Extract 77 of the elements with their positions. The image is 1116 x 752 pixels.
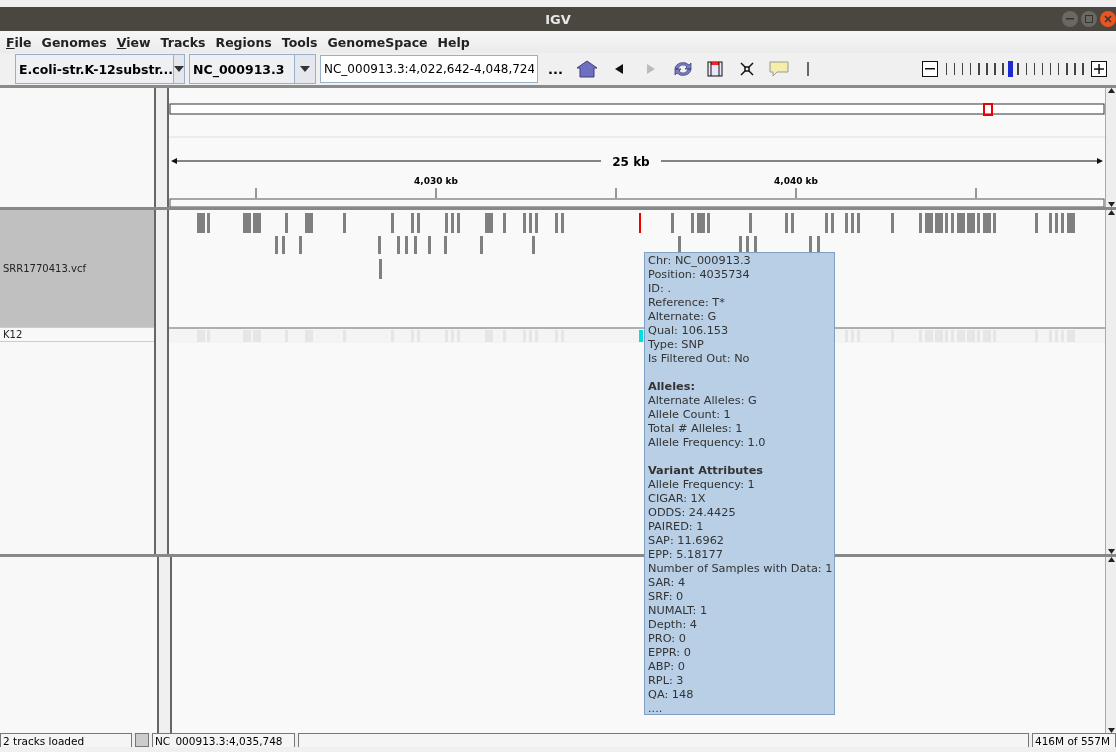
scroll-up-icon[interactable] [1107,210,1115,215]
menu-item[interactable]: GenomeSpace [327,34,428,50]
close-button[interactable] [1100,11,1116,27]
tooltip-line: RPL: 3 [648,674,685,688]
tooltip-heading: Alleles: [648,380,696,394]
region-icon [706,61,723,77]
tooltip-line: SAR: 4 [648,576,687,590]
menu-item[interactable]: Help [437,34,470,50]
tooltip-line: Total # Alleles: 1 [648,422,744,436]
tooltip-line: ID: . [648,282,673,296]
scrollbar[interactable] [1105,557,1116,733]
dropdown-arrow-icon [300,66,310,72]
menu-item[interactable]: Tracks [160,34,206,50]
plus-icon [1094,64,1104,74]
tooltip-line: CIGAR: 1X [648,492,707,506]
menu-item[interactable]: Tools [281,34,318,50]
status-message: 2 tracks loaded [0,733,132,747]
window-title: IGV [545,11,571,27]
track-name[interactable]: K12 [0,328,155,342]
tooltip-line: ODDS: 24.4425 [648,506,737,520]
zoom-out-button[interactable] [922,61,939,77]
tooltip-line: Allele Frequency: 1 [648,478,756,492]
scrollbar[interactable] [1105,210,1116,554]
tooltip-line: Allele Count: 1 [648,408,732,422]
maximize-icon [1085,15,1093,23]
minimize-icon [1066,18,1074,20]
tooltip-line: QA: 148 [648,688,695,702]
tooltip-line: PRO: 0 [648,632,687,646]
tooltip-line: Is Filtered Out: No [648,352,751,366]
tooltip-line: EPPR: 0 [648,646,692,660]
status-memory: 416M of 557M [1032,733,1116,747]
tooltip-line: Alternate Alleles: G [648,394,758,408]
ruler-drawing: 25 kb 4,030 kb 4,040 kb [169,88,1106,207]
dropdown-arrow-icon [174,66,185,72]
tooltip-line: Alternate: G [648,310,718,324]
menu-item[interactable]: Regions [215,34,272,50]
close-icon [1104,15,1112,23]
tooltip-line: PAIRED: 1 [648,520,705,534]
tooltip-line: EPP: 5.18177 [648,548,724,562]
tooltip-line: Position: 4035734 [648,268,751,282]
status-position: NC_000913.3:4,035,748 [152,733,295,747]
tooltip-line: .... [648,702,664,716]
speech-bubble-icon [768,61,789,77]
genome-dropdown[interactable]: E.coli-str.K-12substr... [15,54,185,84]
track-name[interactable]: SRR1770413.vcf [0,210,155,328]
scroll-up-icon[interactable] [1107,557,1115,562]
toolbar-separator-icon [806,62,809,76]
status-handle[interactable] [135,733,149,747]
scrollbar[interactable] [1105,88,1116,207]
tooltip-line: Chr: NC_000913.3 [648,254,752,268]
forward-icon [646,64,655,74]
tooltip-line: NUMALT: 1 [648,604,709,618]
chromosome-dropdown[interactable]: NC_000913.3 [189,54,316,84]
more-button[interactable]: ... [542,61,569,77]
tooltip-line: Depth: 4 [648,618,698,632]
tooltip-line: ABP: 0 [648,660,686,674]
tooltip-line: Qual: 106.153 [648,324,730,338]
menu-item[interactable]: Genomes [41,34,107,50]
tooltip-heading: Variant Attributes [648,464,765,478]
refresh-icon [671,59,694,79]
back-icon [614,64,623,74]
tooltip-line: Reference: T* [648,296,726,310]
scroll-up-icon[interactable] [1107,88,1115,93]
tooltip-line: Allele Frequency: 1.0 [648,436,767,450]
tooltip-line: Type: SNP [648,338,705,352]
tooltip-line: Number of Samples with Data: 1 [648,562,831,576]
locus-field[interactable]: NC_000913.3:4,022,642-4,048,724 [320,55,538,83]
resize-icon [739,62,754,76]
tooltip-line: SAP: 11.6962 [648,534,726,548]
minus-icon [925,68,936,70]
menu-item[interactable]: File [6,34,32,50]
house-icon [575,59,598,79]
tooltip-line: SRF: 0 [648,590,685,604]
scroll-down-icon[interactable] [1107,549,1115,554]
zoom-in-button[interactable] [1091,61,1107,77]
menu-item[interactable]: View [116,34,151,50]
scroll-down-icon[interactable] [1107,202,1115,207]
